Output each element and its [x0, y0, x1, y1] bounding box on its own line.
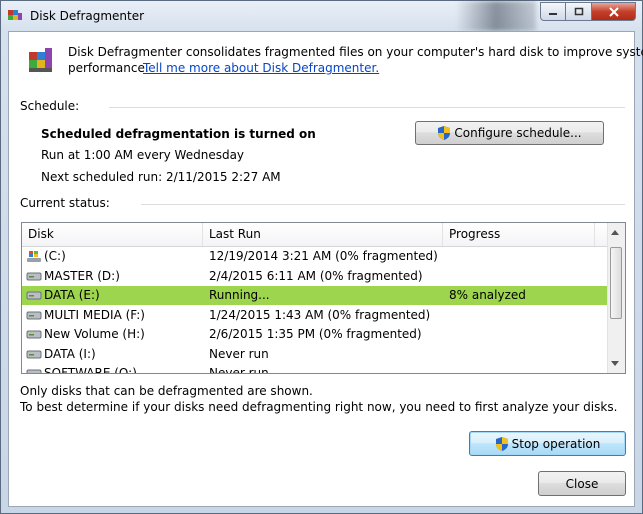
disk-name: New Volume (H:) — [44, 327, 145, 341]
stop-operation-label: Stop operation — [511, 436, 601, 451]
table-row[interactable]: DATA (E:) Running... 8% analyzed — [22, 286, 607, 305]
learn-more-link[interactable]: Tell me more about Disk Defragmenter. — [143, 61, 379, 75]
disk-name: DATA (I:) — [44, 346, 96, 361]
table-row[interactable]: MULTI MEDIA (F:) 1/24/2015 1:43 AM (0% fr… — [22, 306, 607, 325]
close-window-button[interactable] — [592, 2, 636, 21]
schedule-next-run: Next scheduled run: 2/11/2015 2:27 AM — [41, 170, 281, 184]
table-row[interactable]: DATA (I:) Never run — [22, 345, 607, 364]
table-row[interactable]: MASTER (D:) 2/4/2015 6:11 AM (0% fragment… — [22, 267, 607, 286]
progress: 8% analyzed — [449, 288, 526, 302]
schedule-status: Scheduled defragmentation is turned on — [41, 127, 316, 141]
windows-drive-icon — [27, 251, 41, 262]
table-row[interactable]: SOFTWARE (O:) Never run — [22, 364, 607, 374]
close-button[interactable]: Close — [538, 471, 626, 496]
window-controls — [540, 2, 636, 21]
intro-text-continued: performance. — [68, 61, 149, 75]
dialog-body: Disk Defragmenter consolidates fragmente… — [8, 31, 643, 507]
drive-icon — [26, 311, 42, 319]
title-bar[interactable]: Disk Defragmenter — [1, 1, 642, 31]
vertical-scrollbar[interactable] — [607, 223, 625, 373]
stop-operation-button[interactable]: Stop operation — [469, 431, 626, 456]
column-header-disk[interactable]: Disk — [22, 223, 203, 246]
disk-name: MASTER (D:) — [44, 268, 120, 283]
table-row[interactable]: New Volume (H:) 2/6/2015 1:35 PM (0% frag… — [22, 325, 607, 344]
note-only-defragmentable: Only disks that can be defragmented are … — [20, 384, 313, 398]
last-run: Never run — [209, 346, 269, 361]
intro-text: Disk Defragmenter consolidates fragmente… — [68, 45, 643, 59]
uac-shield-icon — [438, 126, 451, 140]
drive-icon — [26, 291, 42, 300]
drive-icon — [26, 369, 42, 373]
last-run: 2/6/2015 1:35 PM (0% fragmented) — [209, 327, 422, 341]
disk-name: (C:) — [44, 249, 66, 263]
note-analyze-first: To best determine if your disks need def… — [20, 400, 618, 414]
close-button-label: Close — [565, 476, 599, 491]
last-run: Running... — [209, 288, 270, 302]
last-run: 2/4/2015 6:11 AM (0% fragmented) — [209, 268, 423, 283]
disk-defragmenter-window: Disk Defragmenter Disk Defragmenter cons… — [0, 0, 643, 514]
status-divider — [141, 204, 625, 205]
disk-name: SOFTWARE (O:) — [44, 366, 137, 374]
scroll-thumb[interactable] — [610, 247, 622, 319]
configure-schedule-button[interactable]: Configure schedule... — [415, 121, 604, 145]
schedule-run-at: Run at 1:00 AM every Wednesday — [41, 148, 245, 162]
drive-icon — [26, 350, 42, 358]
column-header-progress[interactable]: Progress — [443, 223, 595, 246]
drive-icon — [26, 330, 42, 339]
maximize-icon — [574, 7, 583, 15]
disk-name: DATA (E:) — [44, 288, 100, 302]
configure-schedule-label: Configure schedule... — [454, 126, 582, 140]
close-icon — [608, 6, 619, 17]
disk-list[interactable]: Disk Last Run Progress (C:) 12/19/2014 3:… — [21, 222, 626, 374]
window-title: Disk Defragmenter — [30, 9, 145, 23]
last-run: Never run — [209, 366, 269, 374]
minimize-button[interactable] — [540, 2, 566, 21]
uac-shield-icon — [495, 436, 508, 451]
scroll-down-icon[interactable] — [611, 361, 619, 366]
current-status-heading: Current status: — [20, 196, 110, 210]
last-run: 1/24/2015 1:43 AM (0% fragmented) — [209, 307, 431, 322]
last-run: 12/19/2014 3:21 AM (0% fragmented) — [209, 249, 438, 263]
defragmenter-logo-icon — [29, 48, 52, 72]
drive-icon — [26, 272, 42, 280]
scroll-up-icon[interactable] — [611, 230, 619, 235]
schedule-heading: Schedule: — [20, 99, 80, 113]
table-row[interactable]: (C:) 12/19/2014 3:21 AM (0% fragmented) — [22, 247, 607, 266]
column-header-last-run[interactable]: Last Run — [203, 223, 443, 246]
disk-list-header: Disk Last Run Progress — [22, 223, 607, 247]
disk-name: MULTI MEDIA (F:) — [44, 307, 145, 322]
schedule-divider — [109, 107, 625, 108]
minimize-icon — [549, 12, 557, 15]
maximize-button[interactable] — [566, 2, 592, 21]
defragmenter-app-icon — [8, 10, 22, 20]
